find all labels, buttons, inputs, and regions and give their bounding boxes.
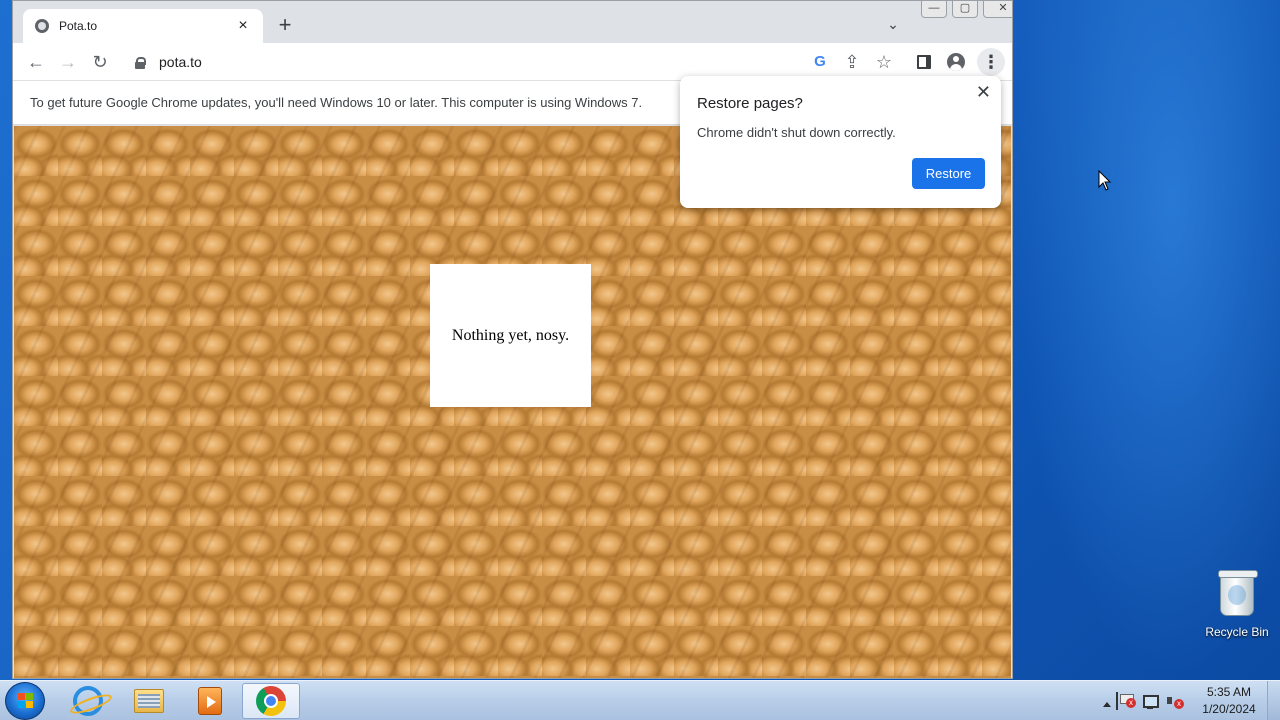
chrome-menu-button[interactable]: ⋮: [977, 48, 1005, 76]
taskbar-google-chrome[interactable]: [242, 683, 300, 719]
tab-close-button[interactable]: ×: [235, 18, 251, 34]
windows-logo-icon: [18, 693, 34, 709]
restore-button[interactable]: Restore: [912, 158, 985, 189]
notice-text: Nothing yet, nosy.: [451, 326, 570, 344]
network-icon[interactable]: [1141, 692, 1159, 710]
window-controls: — ▢ ✕: [916, 1, 1012, 19]
taskbar: 5:35 AM 1/20/2024: [0, 680, 1280, 720]
taskbar-media-player[interactable]: [181, 683, 239, 719]
show-hidden-icons-icon[interactable]: [1103, 701, 1111, 707]
forward-button[interactable]: →: [58, 52, 78, 72]
clock-time[interactable]: 5:35 AM: [1196, 684, 1262, 701]
dialog-message: Chrome didn't shut down correctly.: [697, 125, 896, 140]
tab-title: Pota.to: [59, 19, 98, 33]
share-icon[interactable]: ⇪: [842, 52, 862, 72]
window-close-button[interactable]: ✕: [983, 1, 1012, 18]
tab-search-button[interactable]: ⌄: [885, 17, 901, 33]
google-lens-icon[interactable]: G: [810, 52, 830, 72]
url-text[interactable]: pota.to: [159, 54, 202, 70]
bookmark-star-icon[interactable]: ☆: [874, 52, 894, 72]
infobar-text: To get future Google Chrome updates, you…: [30, 95, 643, 110]
minimize-button[interactable]: —: [921, 1, 947, 18]
start-button[interactable]: [5, 682, 45, 720]
reload-button[interactable]: ↻: [90, 52, 110, 72]
action-center-flag-icon[interactable]: [1116, 692, 1136, 710]
page-content: Nothing yet, nosy.: [14, 126, 1011, 678]
recycle-bin[interactable]: Recycle Bin: [1204, 570, 1270, 639]
media-player-icon: [198, 687, 222, 715]
tab-strip: Pota.to × + ⌄ — ▢ ✕: [13, 1, 1012, 43]
profile-avatar-icon[interactable]: [947, 53, 965, 71]
recycle-bin-icon[interactable]: [1218, 570, 1258, 616]
clock-date[interactable]: 1/20/2024: [1196, 701, 1262, 718]
new-tab-button[interactable]: +: [275, 14, 295, 36]
taskbar-internet-explorer[interactable]: [59, 683, 117, 719]
lock-icon[interactable]: [135, 56, 146, 69]
address-bar[interactable]: pota.to: [121, 48, 821, 76]
dialog-title: Restore pages?: [697, 95, 803, 112]
back-button[interactable]: ←: [26, 52, 46, 72]
maximize-button[interactable]: ▢: [952, 1, 978, 18]
notice-box: Nothing yet, nosy.: [430, 264, 591, 407]
system-clock[interactable]: 5:35 AM 1/20/2024: [1196, 684, 1262, 718]
recycle-bin-label[interactable]: Recycle Bin: [1204, 625, 1270, 639]
show-desktop-button[interactable]: [1267, 681, 1280, 720]
internet-explorer-icon: [73, 686, 103, 716]
mouse-cursor-icon: [1098, 170, 1112, 191]
chrome-icon: [256, 686, 286, 716]
tab-potato[interactable]: Pota.to ×: [23, 9, 263, 43]
restore-pages-dialog: Restore pages? Chrome didn't shut down c…: [680, 76, 1001, 208]
folder-icon: [134, 689, 164, 713]
system-tray: [1098, 681, 1191, 720]
dialog-close-icon[interactable]: ✕: [976, 82, 991, 103]
taskbar-file-explorer[interactable]: [120, 683, 178, 719]
globe-icon: [35, 19, 49, 33]
side-panel-icon[interactable]: [917, 55, 931, 69]
volume-muted-icon[interactable]: [1166, 692, 1184, 710]
